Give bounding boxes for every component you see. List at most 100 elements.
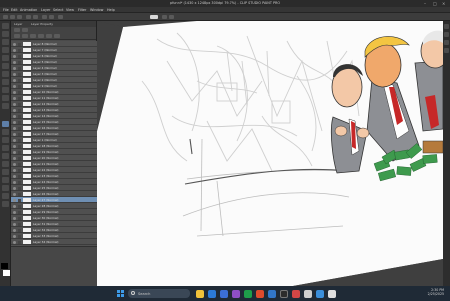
main-color-swatch[interactable] bbox=[1, 263, 8, 269]
lock-icon[interactable] bbox=[18, 222, 21, 226]
lock-icon[interactable] bbox=[18, 78, 21, 82]
eye-icon[interactable] bbox=[13, 174, 16, 178]
app-icon[interactable] bbox=[268, 290, 276, 298]
menu-layer[interactable]: Layer bbox=[41, 8, 50, 12]
app-icon[interactable] bbox=[280, 290, 288, 298]
file-explorer-icon[interactable] bbox=[196, 290, 204, 298]
lock-icon[interactable] bbox=[18, 144, 21, 148]
eye-icon[interactable] bbox=[13, 90, 16, 94]
eye-icon[interactable] bbox=[13, 126, 16, 130]
menu-window[interactable]: Window bbox=[90, 8, 103, 12]
lock-icon[interactable] bbox=[18, 198, 21, 202]
app-icon[interactable] bbox=[292, 290, 300, 298]
frame-tool-icon[interactable] bbox=[2, 161, 9, 167]
help-button[interactable] bbox=[169, 15, 174, 19]
eye-icon[interactable] bbox=[13, 48, 16, 52]
eye-icon[interactable] bbox=[13, 216, 16, 220]
lock-icon[interactable] bbox=[18, 132, 21, 136]
lock-icon[interactable] bbox=[18, 180, 21, 184]
navigator-icon[interactable] bbox=[444, 24, 449, 29]
lock-icon[interactable] bbox=[18, 108, 21, 112]
eye-icon[interactable] bbox=[13, 60, 16, 64]
sub-color-swatch[interactable] bbox=[3, 270, 10, 276]
lock-icon[interactable] bbox=[18, 138, 21, 142]
lock-icon[interactable] bbox=[18, 162, 21, 166]
eye-icon[interactable] bbox=[13, 84, 16, 88]
lock-icon[interactable] bbox=[18, 42, 21, 46]
menu-help[interactable]: Help bbox=[107, 8, 115, 12]
eye-icon[interactable] bbox=[13, 78, 16, 82]
lock-icon[interactable] bbox=[18, 168, 21, 172]
store-icon[interactable] bbox=[220, 290, 228, 298]
lock-icon[interactable] bbox=[18, 66, 21, 70]
redo-button[interactable] bbox=[33, 15, 38, 19]
brush-tool-icon[interactable] bbox=[2, 87, 9, 93]
menu-file[interactable]: File bbox=[3, 8, 9, 12]
eraser-tool-icon[interactable] bbox=[2, 121, 9, 127]
lock-icon[interactable] bbox=[18, 192, 21, 196]
eye-icon[interactable] bbox=[13, 102, 16, 106]
lock-icon[interactable] bbox=[18, 150, 21, 154]
app-icon[interactable] bbox=[232, 290, 240, 298]
eye-icon[interactable] bbox=[13, 240, 16, 244]
app-icon[interactable] bbox=[244, 290, 252, 298]
menu-edit[interactable]: Edit bbox=[11, 8, 18, 12]
app-icon[interactable] bbox=[328, 290, 336, 298]
eye-icon[interactable] bbox=[13, 234, 16, 238]
eyedropper-tool-icon[interactable] bbox=[2, 63, 9, 69]
camera-button[interactable] bbox=[150, 15, 158, 19]
app-icon[interactable] bbox=[316, 290, 324, 298]
eye-icon[interactable] bbox=[13, 114, 16, 118]
sub-tool-icon[interactable] bbox=[444, 32, 449, 37]
clear-button[interactable] bbox=[42, 15, 47, 19]
eye-icon[interactable] bbox=[13, 210, 16, 214]
new-layer-button[interactable] bbox=[14, 34, 20, 38]
crop-button[interactable] bbox=[58, 15, 63, 19]
eye-icon[interactable] bbox=[13, 144, 16, 148]
lock-layer-button[interactable] bbox=[30, 34, 36, 38]
eye-icon[interactable] bbox=[13, 162, 16, 166]
lock-icon[interactable] bbox=[18, 126, 21, 130]
eye-icon[interactable] bbox=[13, 96, 16, 100]
menu-select[interactable]: Select bbox=[53, 8, 63, 12]
open-file-button[interactable] bbox=[10, 15, 15, 19]
lock-icon[interactable] bbox=[18, 60, 21, 64]
delete-layer-button[interactable] bbox=[54, 34, 60, 38]
eye-icon[interactable] bbox=[13, 150, 16, 154]
lock-icon[interactable] bbox=[18, 114, 21, 118]
tab-layer[interactable]: Layer bbox=[14, 22, 22, 26]
tab-layer-property[interactable]: Layer Property bbox=[31, 22, 53, 26]
correct-line-tool-icon[interactable] bbox=[2, 193, 9, 199]
ruler-tool-icon[interactable] bbox=[2, 169, 9, 175]
edge-browser-icon[interactable] bbox=[208, 290, 216, 298]
decoration-tool-icon[interactable] bbox=[2, 103, 9, 109]
gradient-tool-icon[interactable] bbox=[2, 145, 9, 151]
app-icon[interactable] bbox=[304, 290, 312, 298]
eye-icon[interactable] bbox=[13, 138, 16, 142]
maximize-button[interactable]: □ bbox=[433, 1, 437, 6]
lock-icon[interactable] bbox=[18, 186, 21, 190]
minimize-button[interactable]: – bbox=[424, 1, 426, 6]
lock-icon[interactable] bbox=[18, 120, 21, 124]
lasso-tool-icon[interactable] bbox=[2, 55, 9, 61]
app-icon[interactable] bbox=[256, 290, 264, 298]
airbrush-tool-icon[interactable] bbox=[2, 95, 9, 101]
move-tool-icon[interactable] bbox=[2, 31, 9, 37]
lock-icon[interactable] bbox=[18, 210, 21, 214]
lock-icon[interactable] bbox=[18, 54, 21, 58]
close-button[interactable]: × bbox=[442, 1, 445, 6]
eye-icon[interactable] bbox=[13, 42, 16, 46]
eye-icon[interactable] bbox=[13, 168, 16, 172]
fill-tool-icon[interactable] bbox=[2, 137, 9, 143]
save-button[interactable] bbox=[17, 15, 22, 19]
blend-mode-select[interactable] bbox=[14, 28, 20, 32]
eye-icon[interactable] bbox=[13, 198, 16, 202]
eye-icon[interactable] bbox=[13, 54, 16, 58]
eye-icon[interactable] bbox=[13, 192, 16, 196]
menu-view[interactable]: View bbox=[66, 8, 74, 12]
lock-icon[interactable] bbox=[18, 228, 21, 232]
menu-animation[interactable]: Animation bbox=[20, 8, 37, 12]
material-icon[interactable] bbox=[444, 48, 449, 53]
figure-tool-icon[interactable] bbox=[2, 153, 9, 159]
transform-button[interactable] bbox=[49, 15, 54, 19]
